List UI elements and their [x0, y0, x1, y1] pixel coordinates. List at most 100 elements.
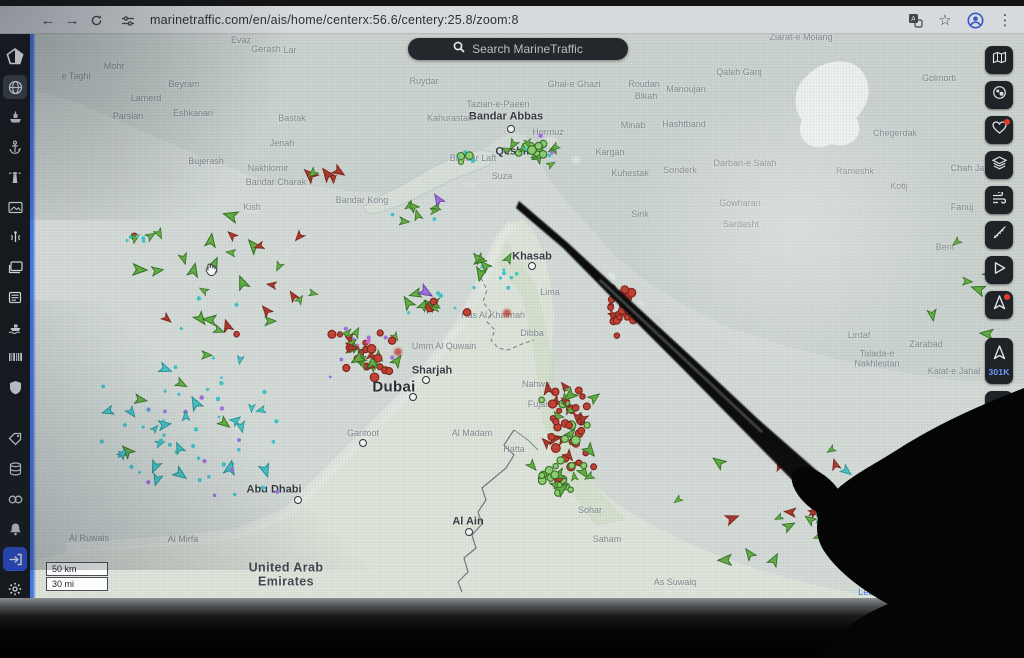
- vessel-marker[interactable]: [367, 344, 376, 353]
- vessel-marker[interactable]: [255, 406, 266, 415]
- vessel-marker[interactable]: [502, 268, 505, 271]
- vessel-marker[interactable]: [388, 337, 395, 344]
- vessel-marker[interactable]: [150, 423, 160, 433]
- vessel-marker[interactable]: [557, 482, 562, 487]
- vessel-marker[interactable]: [101, 384, 105, 388]
- vessel-marker[interactable]: [158, 419, 171, 430]
- vessel-marker[interactable]: [236, 355, 244, 365]
- vessel-marker[interactable]: [234, 303, 238, 307]
- vessel-marker[interactable]: [275, 490, 279, 494]
- vessel-marker[interactable]: [222, 208, 238, 222]
- vessel-marker[interactable]: [524, 147, 527, 150]
- vessel-cluster-sw-teal-swarm[interactable]: [100, 355, 280, 497]
- vessel-marker[interactable]: [837, 553, 853, 567]
- vessel-marker[interactable]: [782, 519, 796, 532]
- vessel-marker[interactable]: [559, 380, 570, 392]
- vessel-marker[interactable]: [725, 511, 740, 525]
- vessel-marker[interactable]: [135, 394, 148, 405]
- vessel-marker[interactable]: [191, 444, 195, 448]
- vessel-marker[interactable]: [391, 213, 395, 217]
- sidebar-item-gallery[interactable]: [3, 255, 27, 279]
- vessel-marker[interactable]: [293, 231, 305, 244]
- vessel-marker[interactable]: [557, 408, 562, 413]
- vessel-marker[interactable]: [791, 467, 802, 476]
- kebab-menu-icon[interactable]: ⋮: [996, 11, 1014, 29]
- vessel-marker[interactable]: [846, 501, 857, 513]
- vessel-marker[interactable]: [237, 448, 241, 452]
- vessel-marker[interactable]: [151, 473, 163, 486]
- vessel-marker[interactable]: [551, 471, 559, 479]
- vessel-marker[interactable]: [894, 553, 912, 571]
- vessel-marker[interactable]: [260, 485, 265, 490]
- vessel-marker[interactable]: [133, 264, 147, 276]
- vessel-marker[interactable]: [216, 397, 220, 401]
- vessel-marker[interactable]: [221, 462, 226, 467]
- vessel-cluster-qeshm-channel[interactable]: [301, 165, 347, 184]
- vessel-marker[interactable]: [538, 133, 543, 138]
- vessel-marker[interactable]: [370, 373, 379, 382]
- vessel-marker[interactable]: [830, 458, 841, 470]
- vessel-marker[interactable]: [202, 459, 206, 463]
- vessel-marker[interactable]: [337, 332, 342, 337]
- vessel-marker[interactable]: [433, 217, 437, 221]
- vessel-marker[interactable]: [138, 471, 141, 474]
- vessel-marker[interactable]: [205, 233, 217, 247]
- sidebar-item-news[interactable]: [3, 285, 27, 309]
- vessel-marker[interactable]: [569, 463, 575, 469]
- vessel-marker[interactable]: [963, 277, 973, 285]
- vessel-marker[interactable]: [472, 286, 475, 289]
- vessel-marker[interactable]: [539, 151, 546, 158]
- vessel-marker[interactable]: [175, 378, 189, 391]
- vessel-marker[interactable]: [328, 330, 336, 338]
- vessel-marker[interactable]: [218, 416, 221, 419]
- toolbar-map-style-button[interactable]: [985, 46, 1013, 74]
- sidebar-item-data[interactable]: [3, 345, 27, 369]
- vessel-marker[interactable]: [609, 285, 615, 291]
- vessel-marker[interactable]: [582, 443, 598, 459]
- vessel-marker[interactable]: [265, 317, 276, 326]
- vessel-marker[interactable]: [844, 518, 854, 530]
- vessel-marker[interactable]: [236, 421, 247, 433]
- vessel-marker[interactable]: [386, 368, 393, 375]
- vessel-marker[interactable]: [535, 142, 542, 149]
- vessel-marker[interactable]: [225, 248, 235, 257]
- vessel-marker[interactable]: [235, 274, 250, 290]
- marine-map[interactable]: Bandar AbbasQeshmKhasabSharjahDubaiAbu D…: [36, 34, 1024, 604]
- vessel-marker[interactable]: [570, 472, 578, 481]
- vessel-marker[interactable]: [575, 387, 582, 394]
- vessel-marker[interactable]: [510, 276, 514, 280]
- vessel-marker[interactable]: [248, 404, 255, 413]
- vessel-marker[interactable]: [619, 293, 626, 300]
- vessel-marker[interactable]: [173, 441, 186, 455]
- vessel-marker[interactable]: [168, 443, 172, 447]
- vessel-marker[interactable]: [550, 151, 554, 155]
- sidebar-item-vessels[interactable]: [3, 105, 27, 129]
- vessel-marker[interactable]: [583, 403, 590, 410]
- vessel-marker[interactable]: [430, 298, 437, 305]
- vessel-marker[interactable]: [259, 463, 272, 478]
- vessel-marker[interactable]: [237, 438, 241, 442]
- vessel-marker[interactable]: [198, 478, 202, 482]
- vessel-marker[interactable]: [718, 555, 732, 566]
- vessel-marker[interactable]: [568, 487, 574, 493]
- vessel-marker[interactable]: [272, 440, 276, 444]
- vessel-marker[interactable]: [219, 381, 223, 385]
- vessel-marker[interactable]: [548, 434, 555, 441]
- vessel-marker[interactable]: [588, 390, 602, 404]
- vessel-marker[interactable]: [951, 237, 962, 248]
- vessel-marker[interactable]: [180, 327, 183, 330]
- vessel-marker[interactable]: [614, 333, 619, 338]
- vessel-marker[interactable]: [457, 156, 460, 159]
- vessel-marker[interactable]: [309, 289, 319, 298]
- vessel-marker[interactable]: [213, 325, 225, 336]
- vessel-cluster-strait-anchorage[interactable]: [606, 285, 637, 338]
- back-icon[interactable]: ←: [36, 12, 60, 29]
- vessel-marker[interactable]: [329, 375, 332, 378]
- vessel-marker[interactable]: [581, 462, 587, 468]
- vessel-marker[interactable]: [840, 465, 854, 478]
- vessel-marker[interactable]: [159, 438, 164, 443]
- vessel-marker[interactable]: [125, 406, 138, 419]
- toolbar-infinite-tracks-button[interactable]: [985, 391, 1013, 419]
- vessel-marker[interactable]: [126, 239, 129, 242]
- sidebar-item-sign-in[interactable]: [3, 547, 27, 571]
